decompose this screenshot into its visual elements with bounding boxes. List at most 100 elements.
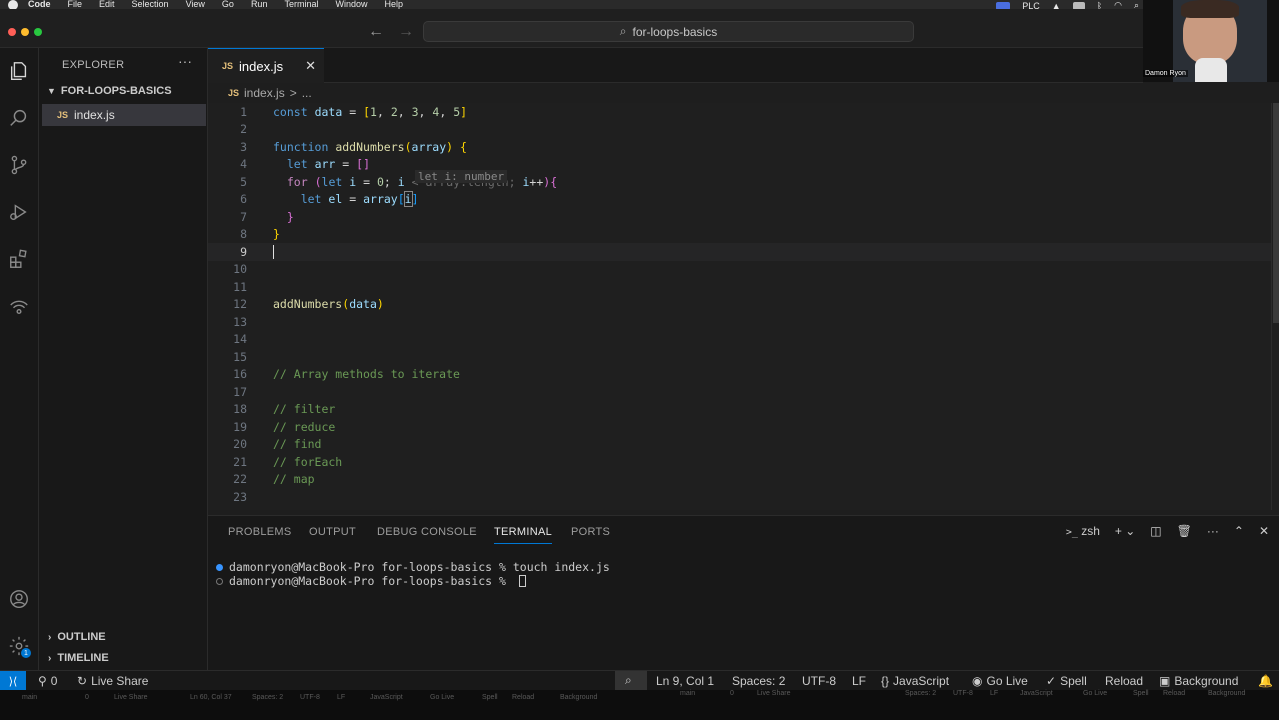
- code-line: 2: [208, 121, 1271, 139]
- spell-check[interactable]: ✓ Spell: [1046, 674, 1087, 688]
- extensions-icon[interactable]: [7, 247, 31, 271]
- javascript-file-icon: JS: [228, 88, 240, 98]
- file-index-js[interactable]: JS index.js: [42, 104, 206, 126]
- menu-run[interactable]: Run: [251, 0, 268, 9]
- editor-scrollbar[interactable]: [1271, 103, 1279, 510]
- code-comment: // map: [273, 472, 315, 487]
- spotlight-icon[interactable]: ⌕: [1134, 0, 1139, 9]
- menu-app-code[interactable]: Code: [28, 0, 51, 9]
- minimize-window-icon[interactable]: [21, 28, 29, 36]
- encoding[interactable]: UTF-8: [802, 674, 836, 688]
- language-mode[interactable]: {} JavaScript: [881, 674, 949, 688]
- activity-bar: 1: [0, 48, 39, 672]
- tab-output[interactable]: OUTPUT: [309, 526, 356, 538]
- wifi-icon[interactable]: ◠: [1114, 0, 1122, 9]
- command-center[interactable]: ⌕ for-loops-basics: [423, 21, 914, 42]
- go-live-button[interactable]: ◉ Go Live: [972, 674, 1028, 688]
- problems-status[interactable]: ⚲ 0: [38, 674, 57, 688]
- terminal-icon: >_: [1065, 527, 1078, 538]
- apple-icon[interactable]: [8, 0, 18, 9]
- more-actions-icon[interactable]: ···: [178, 53, 192, 69]
- line-number: 22: [233, 472, 247, 487]
- files-icon[interactable]: [7, 59, 31, 83]
- arrow-forward-icon[interactable]: →: [398, 23, 414, 41]
- close-tab-icon[interactable]: ✕: [305, 58, 316, 74]
- ghost-text: UTF-8: [300, 694, 320, 701]
- split-terminal-icon[interactable]: ◫: [1150, 524, 1161, 538]
- folder-for-loops-basics[interactable]: ▼ FOR-LOOPS-BASICS: [47, 85, 172, 97]
- ghost-text: Reload: [1163, 690, 1186, 697]
- menu-terminal[interactable]: Terminal: [284, 0, 318, 9]
- code-editor[interactable]: 1 const data = [1, 2, 3, 4, 5] 2 3 functio…: [208, 103, 1271, 510]
- terminal-prompt[interactable]: damonryon@MacBook-Pro for-loops-basics %: [229, 574, 513, 588]
- terminal-shell[interactable]: >_ zsh: [1066, 524, 1100, 538]
- line-number: 15: [233, 349, 247, 364]
- spell-label: Spell: [1060, 674, 1087, 688]
- line-number: 10: [233, 262, 247, 277]
- menu-view[interactable]: View: [186, 0, 205, 9]
- live-share-status[interactable]: ↻ Live Share: [77, 674, 148, 688]
- outline-section[interactable]: › OUTLINE: [48, 631, 106, 643]
- menu-selection[interactable]: Selection: [132, 0, 169, 9]
- close-window-icon[interactable]: [8, 28, 16, 36]
- menu-go[interactable]: Go: [222, 0, 234, 9]
- menu-window[interactable]: Window: [335, 0, 367, 9]
- screen-record-icon[interactable]: [996, 1, 1011, 9]
- end-of-line[interactable]: LF: [852, 674, 866, 688]
- battery-icon[interactable]: [1072, 1, 1085, 9]
- breadcrumb-symbol[interactable]: ...: [302, 86, 312, 100]
- breadcrumb-file[interactable]: index.js: [244, 86, 285, 100]
- run-debug-icon[interactable]: [7, 200, 31, 224]
- ghost-text: Live Share: [114, 694, 148, 701]
- cursor-position[interactable]: Ln 9, Col 1: [656, 674, 714, 688]
- background-button[interactable]: ▣ Background: [1159, 674, 1238, 688]
- bluetooth-icon[interactable]: ᛒ: [1097, 1, 1102, 10]
- command-pending-icon: [216, 577, 223, 585]
- menu-file[interactable]: File: [68, 0, 83, 9]
- line-number: 7: [240, 209, 247, 224]
- arrow-back-icon[interactable]: ←: [368, 23, 384, 41]
- code-text: const data = [1, 2, 3, 4, 5]: [273, 104, 468, 119]
- tab-problems[interactable]: PROBLEMS: [228, 526, 292, 538]
- code-comment: // filter: [273, 402, 336, 417]
- menu-edit[interactable]: Edit: [99, 0, 115, 9]
- timeline-section[interactable]: › TIMELINE: [48, 652, 109, 664]
- line-number: 19: [233, 419, 247, 434]
- macos-menubar: Code File Edit Selection View Go Run Ter…: [0, 0, 1279, 9]
- line-number: 3: [240, 139, 247, 154]
- zoom-indicator[interactable]: ⌕: [615, 671, 647, 691]
- account-icon[interactable]: [7, 587, 31, 611]
- go-live-label: Go Live: [986, 674, 1028, 688]
- tab-index-js[interactable]: JS index.js ✕: [208, 48, 324, 83]
- background-label: Background: [1174, 674, 1239, 688]
- problems-count: 0: [50, 674, 58, 688]
- warning-icon[interactable]: ▲: [1052, 1, 1061, 10]
- remote-explorer-icon[interactable]: [7, 294, 31, 318]
- remote-indicator-icon[interactable]: ⟩⟨: [0, 671, 26, 691]
- tab-ports[interactable]: PORTS: [571, 526, 610, 538]
- menu-help[interactable]: Help: [384, 0, 403, 9]
- search-icon[interactable]: [7, 106, 31, 130]
- more-actions-icon[interactable]: ···: [1207, 524, 1219, 538]
- tray-label[interactable]: PLC: [1022, 1, 1040, 10]
- new-terminal-icon[interactable]: + ⌄: [1115, 524, 1135, 538]
- indentation[interactable]: Spaces: 2: [732, 674, 785, 688]
- reload-button[interactable]: Reload: [1105, 674, 1143, 688]
- maximize-panel-icon[interactable]: ⌃: [1234, 524, 1244, 538]
- close-panel-icon[interactable]: ✕: [1259, 524, 1269, 538]
- scrollbar-thumb[interactable]: [1273, 103, 1279, 323]
- javascript-file-icon: JS: [57, 110, 69, 120]
- manage-gear-icon[interactable]: 1: [7, 634, 31, 658]
- source-control-icon[interactable]: [7, 153, 31, 177]
- update-badge: 1: [21, 648, 31, 658]
- command-success-icon: [216, 563, 223, 571]
- webcam-overlay: Damon Ryon: [1143, 0, 1279, 82]
- maximize-window-icon[interactable]: [34, 28, 42, 36]
- notifications-bell-icon[interactable]: 🔔: [1258, 674, 1273, 688]
- kill-terminal-icon[interactable]: 🗑: [1177, 524, 1192, 538]
- tab-debug-console[interactable]: DEBUG CONSOLE: [377, 526, 477, 538]
- code-text: let el = array[i]: [300, 191, 419, 208]
- code-line: 21 // forEach: [208, 453, 1271, 471]
- presenter-name: Damon Ryon: [1143, 70, 1188, 77]
- tab-terminal[interactable]: TERMINAL: [494, 526, 553, 544]
